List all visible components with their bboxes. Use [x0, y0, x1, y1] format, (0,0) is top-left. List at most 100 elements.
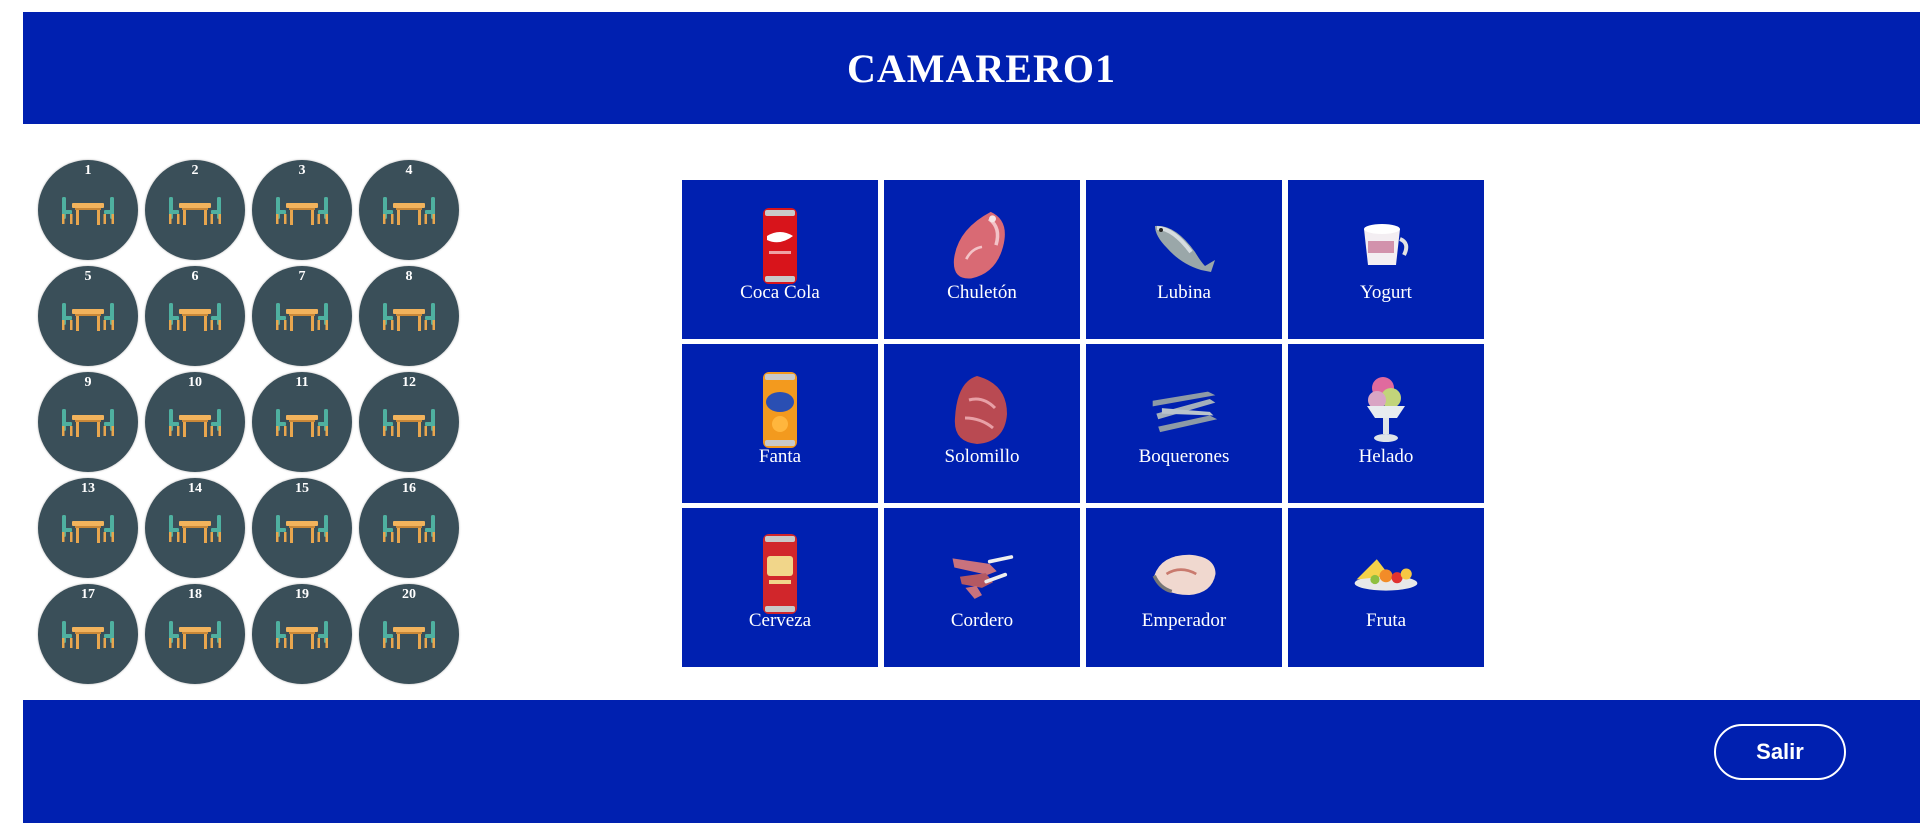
table-number: 14	[188, 481, 202, 496]
product-cerveza[interactable]: Cerveza	[682, 508, 878, 667]
table-number: 2	[191, 163, 199, 178]
table-number: 4	[405, 163, 413, 178]
table-button-15[interactable]: 15	[252, 478, 352, 578]
table-button-19[interactable]: 19	[252, 584, 352, 684]
product-label: Cordero	[950, 609, 1014, 631]
swordfish-steak-icon	[1149, 544, 1219, 604]
table-button-12[interactable]: 12	[359, 372, 459, 472]
table-button-3[interactable]: 3	[252, 160, 352, 260]
dining-table-icon	[169, 515, 221, 543]
table-button-17[interactable]: 17	[38, 584, 138, 684]
product-fruta[interactable]: Fruta	[1288, 508, 1484, 667]
tables-grid: 1 2 3 4 5 6 7 8 9 10 11 12 13 14 15 16 1…	[38, 160, 460, 684]
dining-table-icon	[383, 303, 435, 331]
cola-can-icon	[745, 207, 815, 284]
table-number: 18	[188, 587, 202, 602]
product-label: Coca Cola	[740, 281, 820, 303]
product-label: Chuletón	[947, 281, 1017, 303]
table-button-10[interactable]: 10	[145, 372, 245, 472]
fruit-plate-icon	[1351, 544, 1421, 604]
table-number: 6	[191, 269, 199, 284]
dining-table-icon	[383, 621, 435, 649]
dining-table-icon	[276, 197, 328, 225]
beer-can-icon	[745, 533, 815, 614]
table-button-1[interactable]: 1	[38, 160, 138, 260]
table-button-14[interactable]: 14	[145, 478, 245, 578]
table-button-9[interactable]: 9	[38, 372, 138, 472]
table-number: 10	[188, 375, 202, 390]
product-emperador[interactable]: Emperador	[1086, 508, 1282, 667]
yogurt-cup-icon	[1351, 216, 1421, 276]
dining-table-icon	[169, 409, 221, 437]
dining-table-icon	[169, 621, 221, 649]
fish-icon	[1149, 216, 1219, 276]
product-yogurt[interactable]: Yogurt	[1288, 180, 1484, 339]
page-title: CAMARERO1	[847, 45, 1116, 91]
table-number: 16	[402, 481, 416, 496]
dining-table-icon	[276, 515, 328, 543]
dining-table-icon	[276, 621, 328, 649]
dining-table-icon	[383, 515, 435, 543]
dining-table-icon	[62, 303, 114, 331]
product-label: Boquerones	[1138, 445, 1230, 467]
header-bar: CAMARERO1	[23, 12, 1920, 124]
table-number: 1	[84, 163, 92, 178]
table-number: 9	[84, 375, 92, 390]
product-label: Helado	[1358, 445, 1414, 467]
product-coca-cola[interactable]: Coca Cola	[682, 180, 878, 339]
product-boquerones[interactable]: Boquerones	[1086, 344, 1282, 503]
product-label: Solomillo	[944, 445, 1020, 467]
product-helado[interactable]: Helado	[1288, 344, 1484, 503]
table-number: 17	[81, 587, 95, 602]
sirloin-icon	[947, 375, 1017, 444]
product-fanta[interactable]: Fanta	[682, 344, 878, 503]
table-button-6[interactable]: 6	[145, 266, 245, 366]
table-number: 13	[81, 481, 95, 496]
product-solomillo[interactable]: Solomillo	[884, 344, 1080, 503]
dining-table-icon	[62, 197, 114, 225]
table-number: 8	[405, 269, 413, 284]
table-number: 7	[298, 269, 306, 284]
table-number: 5	[84, 269, 92, 284]
steak-icon	[947, 211, 1017, 279]
product-label: Fruta	[1365, 609, 1407, 631]
dining-table-icon	[276, 303, 328, 331]
dining-table-icon	[383, 409, 435, 437]
table-button-13[interactable]: 13	[38, 478, 138, 578]
product-lubina[interactable]: Lubina	[1086, 180, 1282, 339]
table-number: 12	[402, 375, 416, 390]
table-button-11[interactable]: 11	[252, 372, 352, 472]
table-number: 19	[295, 587, 309, 602]
product-label: Cerveza	[748, 609, 812, 631]
table-number: 3	[298, 163, 306, 178]
table-button-20[interactable]: 20	[359, 584, 459, 684]
lamb-ribs-icon	[947, 544, 1017, 604]
table-button-7[interactable]: 7	[252, 266, 352, 366]
product-chuleton[interactable]: Chuletón	[884, 180, 1080, 339]
products-grid: Coca Cola Chuletón Lubina Yogurt Fanta S…	[682, 180, 1484, 667]
table-number: 11	[295, 375, 309, 390]
product-label: Emperador	[1141, 609, 1227, 631]
product-cordero[interactable]: Cordero	[884, 508, 1080, 667]
fanta-can-icon	[745, 371, 815, 448]
dining-table-icon	[276, 409, 328, 437]
table-button-18[interactable]: 18	[145, 584, 245, 684]
table-button-2[interactable]: 2	[145, 160, 245, 260]
table-number: 20	[402, 587, 416, 602]
dining-table-icon	[62, 621, 114, 649]
ice-cream-icon	[1351, 376, 1421, 442]
exit-button[interactable]: Salir	[1714, 724, 1846, 780]
table-button-8[interactable]: 8	[359, 266, 459, 366]
table-button-4[interactable]: 4	[359, 160, 459, 260]
product-label: Fanta	[758, 445, 802, 467]
product-label: Yogurt	[1360, 281, 1412, 303]
dining-table-icon	[169, 303, 221, 331]
product-label: Lubina	[1157, 281, 1211, 303]
dining-table-icon	[169, 197, 221, 225]
table-button-16[interactable]: 16	[359, 478, 459, 578]
dining-table-icon	[62, 515, 114, 543]
dining-table-icon	[383, 197, 435, 225]
footer-bar	[23, 700, 1920, 823]
dining-table-icon	[62, 409, 114, 437]
table-button-5[interactable]: 5	[38, 266, 138, 366]
